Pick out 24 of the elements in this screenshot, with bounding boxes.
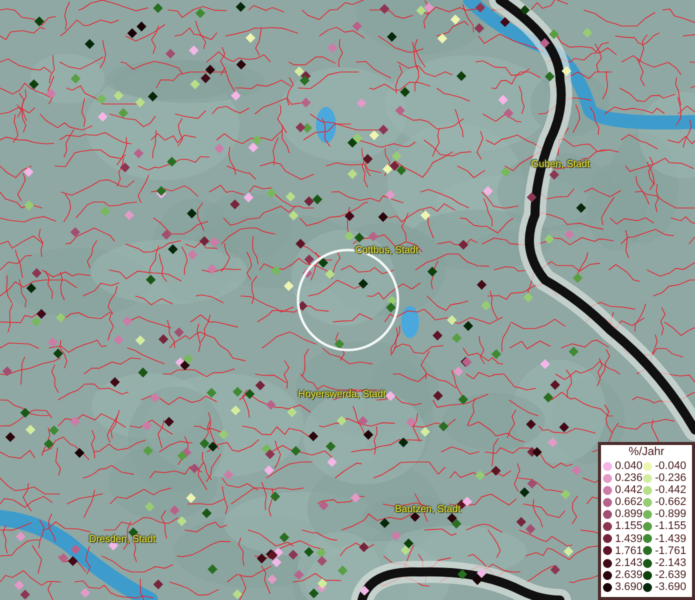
legend-value: -1.761 (654, 546, 688, 556)
legend-value: -1.155 (654, 521, 688, 532)
legend-value: 2.639 (614, 570, 643, 580)
legend-value: 2.143 (614, 558, 643, 568)
legend-title: %/Jahr (628, 446, 666, 459)
legend-value: 0.040 (614, 461, 643, 472)
legend-value: -2.639 (654, 570, 688, 580)
legend-value: 1.439 (614, 534, 643, 544)
legend-value: -2.143 (654, 558, 688, 568)
legend-value: 0.899 (614, 509, 643, 520)
legend-value: -0.899 (654, 509, 688, 520)
legend-value: -0.662 (654, 497, 688, 508)
legend-value: 1.761 (614, 546, 643, 556)
legend-value: -3.690 (654, 582, 688, 592)
legend-value: 0.442 (614, 485, 643, 496)
legend-value: 1.155 (614, 521, 643, 532)
legend-value: -0.040 (654, 461, 688, 472)
legend-value: 3.690 (614, 582, 643, 592)
legend-value: -0.236 (654, 473, 688, 484)
legend-value: 0.662 (614, 497, 643, 508)
legend-value: 0.236 (614, 473, 643, 484)
legend-value: -1.439 (654, 534, 688, 544)
legend-value: -0.442 (654, 485, 688, 496)
city-label: Cottbus, Stadt (355, 245, 418, 257)
